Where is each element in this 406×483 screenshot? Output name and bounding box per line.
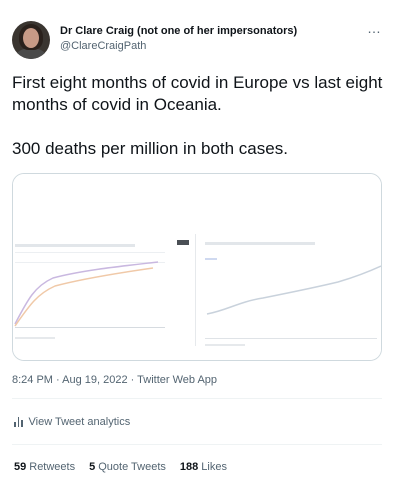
view-analytics-link[interactable]: View Tweet analytics bbox=[14, 416, 130, 428]
left-chart-grid-2 bbox=[15, 262, 165, 263]
right-chart-title-blur bbox=[205, 242, 315, 245]
tweet-media-image[interactable] bbox=[12, 173, 382, 361]
tweet-text-line-1: First eight months of covid in Europe vs… bbox=[12, 73, 383, 114]
image-divider-marker bbox=[177, 240, 189, 245]
left-chart-footer-blur bbox=[15, 337, 55, 339]
retweets-stat[interactable]: 59 Retweets bbox=[14, 461, 75, 473]
right-chart-footer-blur bbox=[205, 344, 245, 346]
quote-tweets-stat[interactable]: 5 Quote Tweets bbox=[89, 461, 166, 473]
left-chart-title-blur bbox=[15, 244, 135, 247]
avatar-face bbox=[23, 28, 39, 48]
left-chart-grid-1 bbox=[15, 252, 165, 253]
media-image-svg bbox=[13, 174, 381, 360]
quotes-count: 5 bbox=[89, 461, 96, 473]
image-vertical-divider bbox=[195, 234, 196, 346]
likes-stat[interactable]: 188 Likes bbox=[180, 461, 227, 473]
image-background bbox=[13, 174, 381, 360]
retweets-label: Retweets bbox=[29, 461, 76, 473]
tweet-stats: 59 Retweets 5 Quote Tweets 188 Likes bbox=[14, 461, 227, 473]
author-handle[interactable]: @ClareCraigPath bbox=[60, 40, 146, 52]
quotes-label: Quote Tweets bbox=[98, 461, 166, 473]
analytics-icon bbox=[14, 417, 23, 427]
more-options-icon[interactable]: … bbox=[367, 20, 382, 36]
right-chart-x-axis bbox=[205, 338, 377, 339]
likes-count: 188 bbox=[179, 461, 199, 473]
author-name[interactable]: Dr Clare Craig (not one of her impersona… bbox=[60, 25, 297, 37]
tweet-text-line-2: 300 deaths per million in both cases. bbox=[12, 139, 288, 158]
likes-label: Likes bbox=[201, 461, 227, 473]
tweet-text: First eight months of covid in Europe vs… bbox=[12, 72, 392, 182]
avatar[interactable] bbox=[12, 21, 50, 59]
left-chart-x-axis bbox=[15, 327, 165, 328]
divider-bottom bbox=[12, 444, 382, 445]
right-chart-legend-blur bbox=[205, 258, 217, 260]
view-analytics-label: View Tweet analytics bbox=[28, 416, 131, 428]
divider-top bbox=[12, 398, 382, 399]
tweet-timestamp[interactable]: 8:24 PM · Aug 19, 2022 · Twitter Web App bbox=[12, 374, 217, 386]
retweets-count: 59 bbox=[14, 461, 27, 473]
